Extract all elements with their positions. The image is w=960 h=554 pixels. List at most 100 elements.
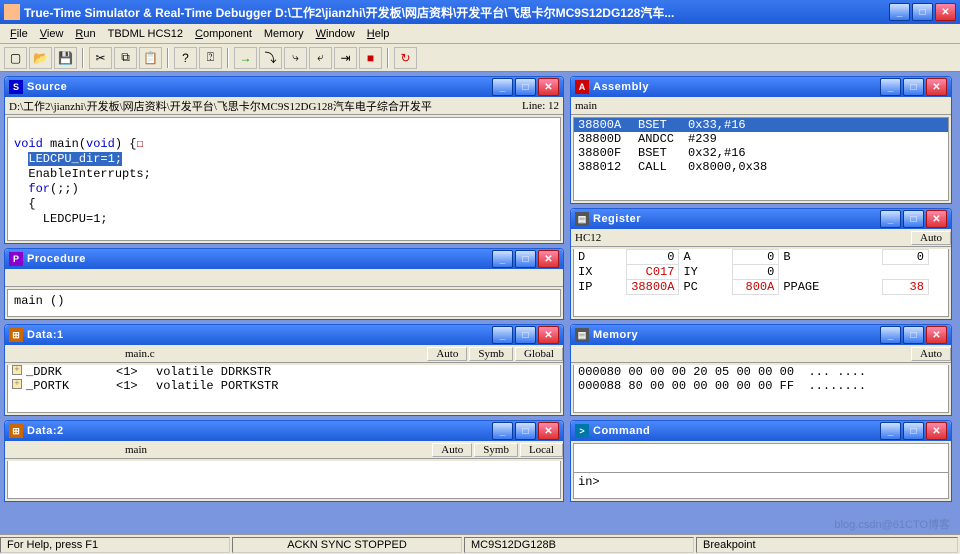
reg-min[interactable]: _ xyxy=(880,210,901,228)
procedure-window[interactable]: P Procedure _□✕ main () xyxy=(4,248,564,320)
assembly-body[interactable]: 38800ABSET0x33,#16 38800DANDCC#239 38800… xyxy=(573,117,949,201)
command-body[interactable]: in> xyxy=(573,443,949,499)
register-body[interactable]: D0A0B0 IXC017IY0 IP38800APC800APPAGE38 xyxy=(573,249,949,317)
copy-button[interactable]: ⧉ xyxy=(114,47,137,69)
data2-symb[interactable]: Symb xyxy=(474,443,518,457)
menu-window[interactable]: Window xyxy=(310,26,361,42)
new-button[interactable]: ▢ xyxy=(4,47,27,69)
data1-symb[interactable]: Symb xyxy=(469,347,513,361)
data1-window[interactable]: ⊞ Data:1 _□✕ main.c Auto Symb Global +_D… xyxy=(4,324,564,416)
data2-auto[interactable]: Auto xyxy=(432,443,472,457)
source-min[interactable]: _ xyxy=(492,78,513,96)
asm-line[interactable]: 388012CALL0x8000,0x38 xyxy=(574,160,948,174)
mem-row[interactable]: 000088 80 00 00 00 00 00 00 FF ........ xyxy=(574,379,948,393)
assembly-titlebar[interactable]: A Assembly _□✕ xyxy=(571,77,951,97)
cmd-max[interactable]: □ xyxy=(903,422,924,440)
paste-button[interactable]: 📋 xyxy=(139,47,162,69)
data1-close[interactable]: ✕ xyxy=(538,326,559,344)
source-titlebar[interactable]: S Source _ □ ✕ xyxy=(5,77,563,97)
data-row[interactable]: +_DDRK<1>volatile DDRKSTR xyxy=(8,365,560,379)
step-out-button[interactable]: ⤶ xyxy=(309,47,332,69)
assembly-icon: A xyxy=(575,80,589,94)
mem-min[interactable]: _ xyxy=(880,326,901,344)
procedure-body[interactable]: main () xyxy=(7,289,561,317)
halt-button[interactable]: ■ xyxy=(359,47,382,69)
cmd-min[interactable]: _ xyxy=(880,422,901,440)
asm-line[interactable]: 38800ABSET0x33,#16 xyxy=(574,118,948,132)
current-line[interactable]: LEDCPU_dir=1; xyxy=(28,152,122,166)
proc-max[interactable]: □ xyxy=(515,250,536,268)
procedure-titlebar[interactable]: P Procedure _□✕ xyxy=(5,249,563,269)
menu-file[interactable]: File xyxy=(4,26,34,42)
mem-auto[interactable]: Auto xyxy=(911,347,951,361)
mem-max[interactable]: □ xyxy=(903,326,924,344)
data2-min[interactable]: _ xyxy=(492,422,513,440)
save-button[interactable]: 💾 xyxy=(54,47,77,69)
mem-row[interactable]: 000080 00 00 00 20 05 00 00 00 ... .... xyxy=(574,365,948,379)
reg-max[interactable]: □ xyxy=(903,210,924,228)
register-window[interactable]: ▤ Register _□✕ HC12 Auto D0A0B0 IXC017IY… xyxy=(570,208,952,320)
step-into-button[interactable]: ⤷ xyxy=(284,47,307,69)
help-button[interactable]: ? xyxy=(174,47,197,69)
proc-close[interactable]: ✕ xyxy=(538,250,559,268)
data1-max[interactable]: □ xyxy=(515,326,536,344)
expand-icon[interactable]: + xyxy=(12,365,22,375)
reg-auto[interactable]: Auto xyxy=(911,231,951,245)
maximize-button[interactable]: □ xyxy=(912,3,933,21)
proc-min[interactable]: _ xyxy=(492,250,513,268)
asm-line[interactable]: 38800FBSET0x32,#16 xyxy=(574,146,948,160)
menu-component[interactable]: Component xyxy=(189,26,258,42)
command-window[interactable]: > Command _□✕ in> xyxy=(570,420,952,502)
expand-icon[interactable]: + xyxy=(12,379,22,389)
source-window[interactable]: S Source _ □ ✕ D:\工作2\jianzhi\开发板\网店资料\开… xyxy=(4,76,564,244)
command-input[interactable]: in> xyxy=(574,472,948,491)
data1-global[interactable]: Global xyxy=(515,347,563,361)
close-button[interactable]: ✕ xyxy=(935,3,956,21)
source-max[interactable]: □ xyxy=(515,78,536,96)
reg-close[interactable]: ✕ xyxy=(926,210,947,228)
data1-auto[interactable]: Auto xyxy=(427,347,467,361)
run-button[interactable]: → xyxy=(234,47,257,69)
menu-help[interactable]: Help xyxy=(361,26,396,42)
data1-body[interactable]: +_DDRK<1>volatile DDRKSTR +_PORTK<1>vola… xyxy=(7,365,561,413)
data2-local[interactable]: Local xyxy=(520,443,563,457)
step-over-button[interactable]: ⤵ xyxy=(259,47,282,69)
cpu-label: HC12 xyxy=(571,232,909,244)
asm-close[interactable]: ✕ xyxy=(926,78,947,96)
separator xyxy=(387,48,389,68)
asm-min[interactable]: _ xyxy=(880,78,901,96)
assembly-window[interactable]: A Assembly _□✕ main 38800ABSET0x33,#16 3… xyxy=(570,76,952,204)
data1-titlebar[interactable]: ⊞ Data:1 _□✕ xyxy=(5,325,563,345)
minimize-button[interactable]: _ xyxy=(889,3,910,21)
procedure-icon: P xyxy=(9,252,23,266)
memory-body[interactable]: 000080 00 00 00 20 05 00 00 00 ... .... … xyxy=(573,365,949,413)
memory-window[interactable]: ▤ Memory _□✕ Auto 000080 00 00 00 20 05 … xyxy=(570,324,952,416)
menu-run[interactable]: Run xyxy=(69,26,101,42)
source-close[interactable]: ✕ xyxy=(538,78,559,96)
assembly-title: Assembly xyxy=(593,81,880,93)
asm-line[interactable]: 38800DANDCC#239 xyxy=(574,132,948,146)
reset-button[interactable]: ↻ xyxy=(394,47,417,69)
memory-titlebar[interactable]: ▤ Memory _□✕ xyxy=(571,325,951,345)
open-button[interactable]: 📂 xyxy=(29,47,52,69)
register-titlebar[interactable]: ▤ Register _□✕ xyxy=(571,209,951,229)
data1-min[interactable]: _ xyxy=(492,326,513,344)
data2-max[interactable]: □ xyxy=(515,422,536,440)
menu-view[interactable]: View xyxy=(34,26,70,42)
menu-tbdml[interactable]: TBDML HCS12 xyxy=(102,26,189,42)
data2-titlebar[interactable]: ⊞ Data:2 _□✕ xyxy=(5,421,563,441)
command-titlebar[interactable]: > Command _□✕ xyxy=(571,421,951,441)
cut-button[interactable]: ✂ xyxy=(89,47,112,69)
asm-max[interactable]: □ xyxy=(903,78,924,96)
cmd-close[interactable]: ✕ xyxy=(926,422,947,440)
mem-close[interactable]: ✕ xyxy=(926,326,947,344)
data2-close[interactable]: ✕ xyxy=(538,422,559,440)
proc-item[interactable]: main () xyxy=(14,294,64,308)
data-row[interactable]: +_PORTK<1>volatile PORTKSTR xyxy=(8,379,560,393)
step-asm-button[interactable]: ⇥ xyxy=(334,47,357,69)
context-help-button[interactable]: ⍰ xyxy=(199,47,222,69)
menu-memory[interactable]: Memory xyxy=(258,26,310,42)
data2-body[interactable] xyxy=(7,461,561,499)
data2-window[interactable]: ⊞ Data:2 _□✕ main Auto Symb Local xyxy=(4,420,564,502)
source-body[interactable]: void main(void) {☐ LEDCPU_dir=1; EnableI… xyxy=(7,117,561,241)
